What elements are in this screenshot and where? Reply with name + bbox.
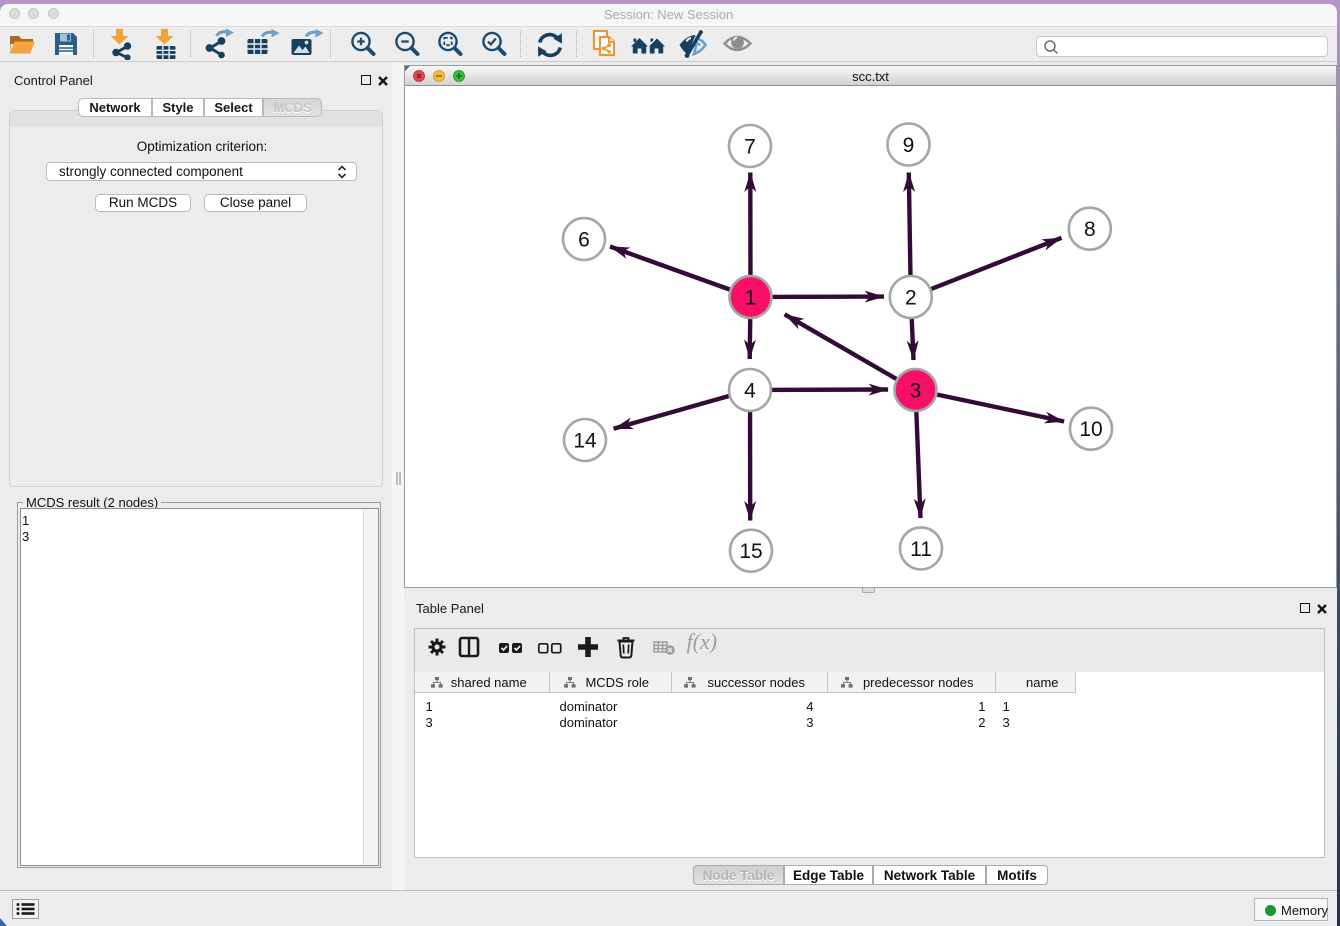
- svg-text:15: 15: [739, 540, 762, 563]
- svg-text:3: 3: [910, 380, 922, 403]
- svg-text:6: 6: [578, 229, 590, 252]
- svg-text:4: 4: [744, 380, 756, 403]
- svg-text:8: 8: [1084, 218, 1096, 241]
- svg-text:11: 11: [910, 538, 932, 561]
- svg-text:10: 10: [1079, 418, 1102, 441]
- svg-text:1: 1: [745, 287, 757, 310]
- svg-text:9: 9: [903, 134, 915, 157]
- svg-text:14: 14: [573, 430, 597, 453]
- svg-text:7: 7: [744, 136, 756, 159]
- svg-text:2: 2: [905, 287, 917, 310]
